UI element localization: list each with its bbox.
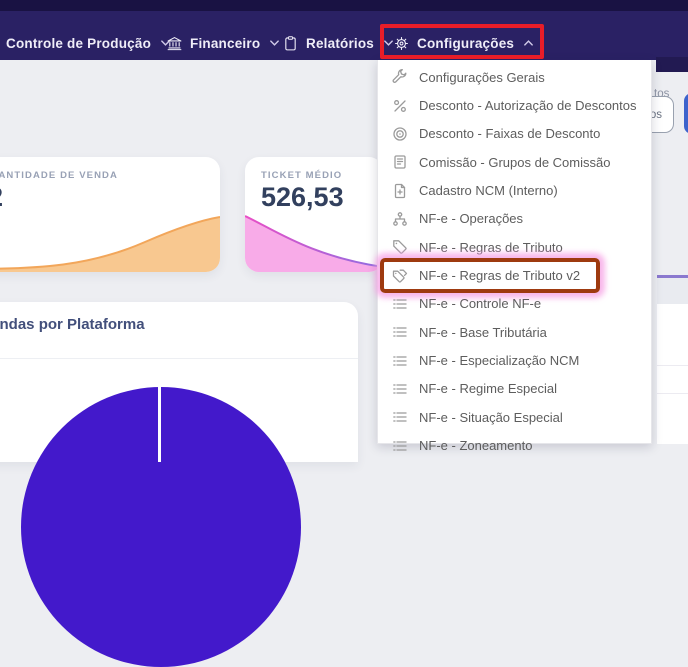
percent-icon xyxy=(392,98,408,114)
menu-item-nf-e-regras-de-tributo[interactable]: NF-e - Regras de Tributo xyxy=(378,233,651,261)
menu-item-nf-e-zoneamento[interactable]: NF-e - Zoneamento xyxy=(378,431,651,459)
blue-action-button[interactable] xyxy=(684,93,688,134)
tag-icon xyxy=(392,239,408,255)
menu-item-label: Desconto - Faixas de Desconto xyxy=(419,126,600,141)
menu-item-label: Desconto - Autorização de Descontos xyxy=(419,98,637,113)
vendas-por-plataforma-card: Vendas por Plataforma xyxy=(0,302,358,462)
list-icon xyxy=(392,438,408,454)
kpi-card-quantidade-de-venda: QUANTIDADE DE VENDA 2 xyxy=(0,157,220,272)
top-nav: Controle de Produção Financeiro Relatóri… xyxy=(0,0,688,60)
nav-item-label: Controle de Produção xyxy=(6,36,151,51)
chevron-down-icon xyxy=(269,38,280,48)
kpi-card-title: QUANTIDADE DE VENDA xyxy=(0,170,118,181)
menu-item-label: NF-e - Regras de Tributo xyxy=(419,240,563,255)
table-row-divider xyxy=(657,365,688,366)
menu-item-label: NF-e - Base Tributária xyxy=(419,325,547,340)
area-sparkline-orange xyxy=(0,214,220,272)
nav-item-label: Configurações xyxy=(417,36,514,51)
configuracoes-dropdown-menu: Configurações Gerais Desconto - Autorizaç… xyxy=(377,60,652,444)
kpi-card-value: 526,53 xyxy=(261,182,344,213)
menu-item-configura-es-gerais[interactable]: Configurações Gerais xyxy=(378,63,651,91)
menu-item-nf-e-controle-nf-e[interactable]: NF-e - Controle NF-e xyxy=(378,290,651,318)
nav-item-configuracoes[interactable]: Configurações xyxy=(393,30,534,56)
menu-item-desconto-faixas-de-desconto[interactable]: Desconto - Faixas de Desconto xyxy=(378,120,651,148)
menu-item-nf-e-base-tribut-ria[interactable]: NF-e - Base Tributária xyxy=(378,318,651,346)
menu-item-label: NF-e - Zoneamento xyxy=(419,438,532,453)
menu-item-nf-e-situa-o-especial[interactable]: NF-e - Situação Especial xyxy=(378,403,651,431)
sitemap-icon xyxy=(392,211,408,227)
divider xyxy=(0,358,358,359)
menu-item-label: NF-e - Especialização NCM xyxy=(419,353,579,368)
nav-item-controle-de-producao[interactable]: Controle de Produção xyxy=(6,30,171,56)
list-icon xyxy=(392,324,408,340)
pie-slice-divider xyxy=(158,387,161,462)
menu-item-label: NF-e - Operações xyxy=(419,211,523,226)
area-sparkline-pink xyxy=(245,214,383,272)
menu-item-desconto-autoriza-o-de-descontos[interactable]: Desconto - Autorização de Descontos xyxy=(378,91,651,119)
menu-item-cadastro-ncm-interno[interactable]: Cadastro NCM (Interno) xyxy=(378,176,651,204)
platform-pie-chart xyxy=(21,387,301,667)
nav-corner-block xyxy=(656,57,688,72)
clipboard-icon xyxy=(282,35,299,52)
menu-item-label: NF-e - Regras de Tributo v2 xyxy=(419,268,580,283)
bank-icon xyxy=(166,35,183,52)
menu-item-nf-e-regime-especial[interactable]: NF-e - Regime Especial xyxy=(378,375,651,403)
nav-item-financeiro[interactable]: Financeiro xyxy=(166,30,280,56)
list-icon xyxy=(392,296,408,312)
nav-item-relatorios[interactable]: Relatórios xyxy=(282,30,394,56)
menu-item-label: Comissão - Grupos de Comissão xyxy=(419,155,610,170)
menu-item-nf-e-especializa-o-ncm[interactable]: NF-e - Especialização NCM xyxy=(378,346,651,374)
menu-item-label: Configurações Gerais xyxy=(419,70,545,85)
kpi-card-title: TICKET MÉDIO xyxy=(261,170,342,181)
menu-item-comiss-o-grupos-de-comiss-o[interactable]: Comissão - Grupos de Comissão xyxy=(378,148,651,176)
table-row-divider xyxy=(657,393,688,394)
file-plus-icon xyxy=(392,183,408,199)
chevron-up-icon xyxy=(523,38,534,48)
menu-item-label: NF-e - Situação Especial xyxy=(419,410,563,425)
list-icon xyxy=(392,353,408,369)
nav-top-strip xyxy=(0,0,688,11)
menu-item-label: NF-e - Controle NF-e xyxy=(419,296,541,311)
table-header-band xyxy=(657,278,688,304)
nav-item-label: Financeiro xyxy=(190,36,260,51)
wrench-icon xyxy=(392,69,408,85)
nav-item-label: Relatórios xyxy=(306,36,374,51)
document-icon xyxy=(392,154,408,170)
menu-item-label: Cadastro NCM (Interno) xyxy=(419,183,558,198)
gear-icon xyxy=(393,35,410,52)
background-table-card xyxy=(657,275,688,444)
platform-card-title: Vendas por Plataforma xyxy=(0,316,145,333)
list-icon xyxy=(392,381,408,397)
menu-item-label: NF-e - Regime Especial xyxy=(419,381,557,396)
tags-icon xyxy=(392,268,408,284)
kpi-card-value: 2 xyxy=(0,182,3,213)
kpi-card-ticket-medio: TICKET MÉDIO 526,53 xyxy=(245,157,383,272)
menu-item-nf-e-regras-de-tributo-v2[interactable]: NF-e - Regras de Tributo v2 xyxy=(378,261,651,289)
menu-item-nf-e-opera-es[interactable]: NF-e - Operações xyxy=(378,205,651,233)
target-icon xyxy=(392,126,408,142)
list-icon xyxy=(392,409,408,425)
